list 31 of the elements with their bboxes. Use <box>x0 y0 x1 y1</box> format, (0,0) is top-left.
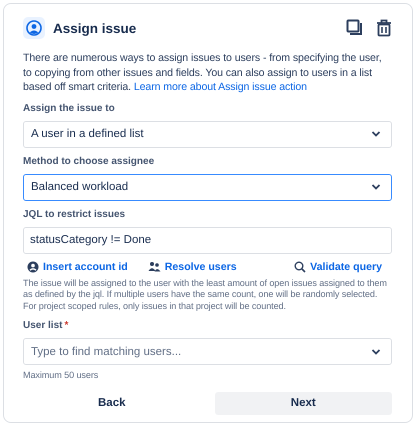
required-mark: * <box>64 320 68 333</box>
field-label: JQL to restrict issues <box>23 208 126 222</box>
action-link[interactable]: Resolve users <box>164 260 237 272</box>
field-label: Method to choose assignee <box>23 156 154 168</box>
user-icon <box>27 260 39 272</box>
select-value: A user in a defined list <box>31 128 145 140</box>
helper-text: The issue will be assigned to the user with the least amount of open issues assigned to them as defined by the jql. If multiple users have the same count, one will be randomly selected. For project scoped rules, only issues in that project will be counted. <box>23 278 388 312</box>
select-field[interactable]: A user in a defined list <box>23 120 392 148</box>
select-field[interactable]: Balanced workload <box>23 174 392 200</box>
next-button[interactable]: Next <box>214 392 392 414</box>
field-label: Assign the issue to <box>23 102 115 116</box>
user-icon <box>23 17 45 39</box>
action-link[interactable]: Insert account id <box>43 260 128 272</box>
chevron-down-icon <box>371 184 381 190</box>
learn-more-link[interactable]: Learn more about Assign issue action <box>134 81 307 93</box>
action-title: Assign issue <box>53 20 136 36</box>
select-placeholder: Type to find matching users... <box>31 346 182 358</box>
search-icon <box>294 260 306 272</box>
action-link[interactable]: Validate query <box>310 260 382 272</box>
people-icon <box>148 261 161 272</box>
copy-icon[interactable] <box>346 19 364 37</box>
trash-icon[interactable] <box>376 19 392 37</box>
description-text: There are numerous ways to assign issues to users - from specifying the user, to copying from other issues and fields. You can also assign to users in a list based off smart criteria. Learn more about Assign issue action <box>23 51 383 94</box>
input-field[interactable]: statusCategory != Done <box>23 226 392 254</box>
select-value: Balanced workload <box>31 181 130 193</box>
select-field[interactable]: Type to find matching users... <box>23 338 392 365</box>
helper-text: Maximum 50 users <box>23 370 100 382</box>
back-button[interactable]: Back <box>23 392 200 414</box>
chevron-down-icon <box>371 131 381 137</box>
chevron-down-icon <box>371 348 381 354</box>
field-label: User list <box>23 320 62 333</box>
